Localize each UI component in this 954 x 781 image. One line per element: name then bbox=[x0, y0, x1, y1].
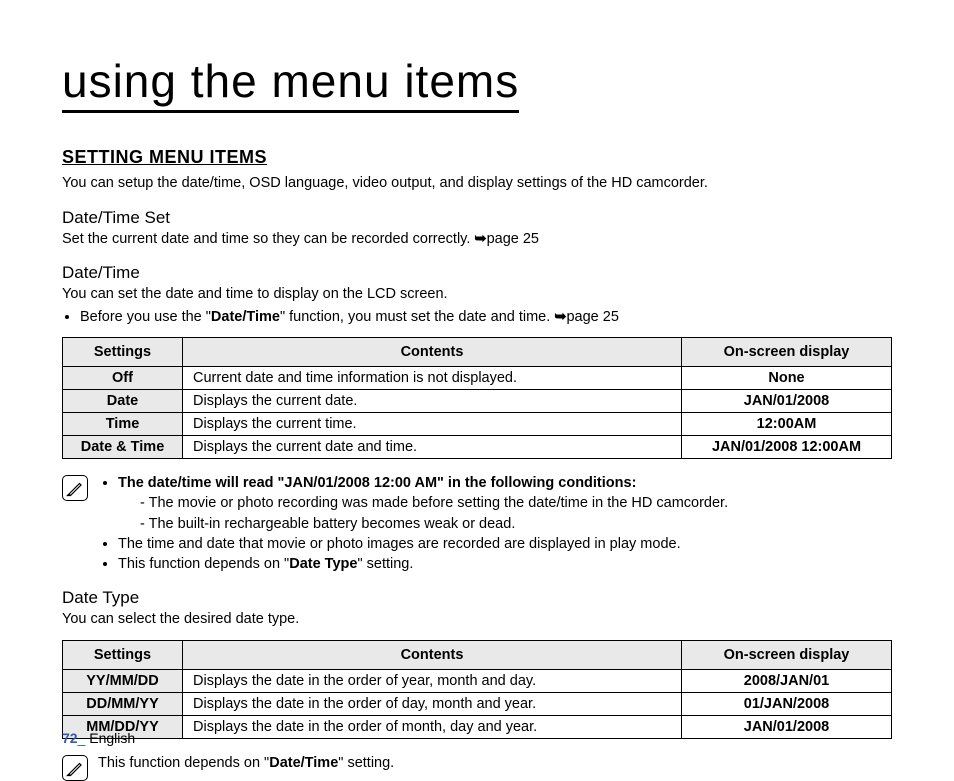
heading-date-type: Date Type bbox=[62, 588, 892, 608]
date-time-set-desc: Set the current date and time so they ca… bbox=[62, 230, 892, 250]
page-ref: page 25 bbox=[566, 309, 618, 325]
cell-setting: Time bbox=[63, 412, 183, 435]
th-display: On-screen display bbox=[682, 337, 892, 366]
cell-setting: Date & Time bbox=[63, 435, 183, 458]
page-ref: page 25 bbox=[487, 231, 539, 247]
table-date-time: Settings Contents On-screen display Off … bbox=[62, 337, 892, 459]
table-date-type: Settings Contents On-screen display YY/M… bbox=[62, 640, 892, 739]
list-item: The built-in rechargeable battery become… bbox=[140, 514, 892, 534]
cell-content: Displays the date in the order of month,… bbox=[183, 716, 682, 739]
table-row: Date & Time Displays the current date an… bbox=[63, 435, 892, 458]
section-title: SETTING MENU ITEMS bbox=[62, 147, 892, 168]
table-row: DD/MM/YY Displays the date in the order … bbox=[63, 693, 892, 716]
list-item: Before you use the "Date/Time" function,… bbox=[80, 307, 892, 327]
note-icon bbox=[62, 755, 88, 781]
separator: _ bbox=[78, 730, 86, 746]
note-body: This function depends on "Date/Time" set… bbox=[98, 753, 892, 781]
text-bold: Date/Time bbox=[269, 755, 338, 771]
date-type-desc: You can select the desired date type. bbox=[62, 610, 892, 630]
table-row: Time Displays the current time. 12:00AM bbox=[63, 412, 892, 435]
arrow-icon: ➥ bbox=[554, 309, 566, 325]
text: Set the current date and time so they ca… bbox=[62, 231, 474, 247]
page-footer: 72_ English bbox=[62, 730, 135, 746]
th-contents: Contents bbox=[183, 641, 682, 670]
list-item: The time and date that movie or photo im… bbox=[118, 534, 892, 554]
date-time-desc: You can set the date and time to display… bbox=[62, 285, 892, 305]
cell-content: Displays the current time. bbox=[183, 412, 682, 435]
table-row: YY/MM/DD Displays the date in the order … bbox=[63, 670, 892, 693]
cell-setting: Off bbox=[63, 366, 183, 389]
text: This function depends on " bbox=[118, 556, 289, 572]
note-body: The date/time will read "JAN/01/2008 12:… bbox=[98, 473, 892, 574]
page-number: 72 bbox=[62, 730, 78, 746]
th-display: On-screen display bbox=[682, 641, 892, 670]
th-contents: Contents bbox=[183, 337, 682, 366]
cell-setting: YY/MM/DD bbox=[63, 670, 183, 693]
table-row: MM/DD/YY Displays the date in the order … bbox=[63, 716, 892, 739]
text: " function, you must set the date and ti… bbox=[280, 309, 554, 325]
table-header-row: Settings Contents On-screen display bbox=[63, 641, 892, 670]
cell-display: JAN/01/2008 bbox=[682, 389, 892, 412]
cell-display: 12:00AM bbox=[682, 412, 892, 435]
cell-content: Displays the current date. bbox=[183, 389, 682, 412]
cell-content: Displays the date in the order of year, … bbox=[183, 670, 682, 693]
text-bold: Date Type bbox=[289, 556, 357, 572]
text: " setting. bbox=[357, 556, 413, 572]
table-row: Off Current date and time information is… bbox=[63, 366, 892, 389]
list-item: This function depends on "Date Type" set… bbox=[118, 554, 892, 574]
cell-display: 2008/JAN/01 bbox=[682, 670, 892, 693]
th-settings: Settings bbox=[63, 641, 183, 670]
cell-content: Current date and time information is not… bbox=[183, 366, 682, 389]
cell-content: Displays the date in the order of day, m… bbox=[183, 693, 682, 716]
cell-display: None bbox=[682, 366, 892, 389]
page-language: English bbox=[89, 730, 135, 746]
section-intro: You can setup the date/time, OSD languag… bbox=[62, 174, 892, 194]
cell-content: Displays the current date and time. bbox=[183, 435, 682, 458]
text: Before you use the " bbox=[80, 309, 211, 325]
heading-date-time-set: Date/Time Set bbox=[62, 208, 892, 228]
list-item: The date/time will read "JAN/01/2008 12:… bbox=[118, 473, 892, 534]
th-settings: Settings bbox=[63, 337, 183, 366]
cell-display: JAN/01/2008 12:00AM bbox=[682, 435, 892, 458]
list-item: The movie or photo recording was made be… bbox=[140, 493, 892, 513]
date-time-notes: Before you use the "Date/Time" function,… bbox=[80, 307, 892, 327]
text-bold: The date/time will read "JAN/01/2008 12:… bbox=[118, 475, 636, 491]
text: This function depends on " bbox=[98, 755, 269, 771]
cell-display: JAN/01/2008 bbox=[682, 716, 892, 739]
cell-setting: DD/MM/YY bbox=[63, 693, 183, 716]
arrow-icon: ➥ bbox=[474, 231, 486, 247]
cell-display: 01/JAN/2008 bbox=[682, 693, 892, 716]
table-row: Date Displays the current date. JAN/01/2… bbox=[63, 389, 892, 412]
note-box: This function depends on "Date/Time" set… bbox=[62, 753, 892, 781]
note-box: The date/time will read "JAN/01/2008 12:… bbox=[62, 473, 892, 574]
table-header-row: Settings Contents On-screen display bbox=[63, 337, 892, 366]
cell-setting: Date bbox=[63, 389, 183, 412]
text: " setting. bbox=[338, 755, 394, 771]
text-bold: Date/Time bbox=[211, 309, 280, 325]
chapter-title: using the menu items bbox=[62, 54, 519, 113]
heading-date-time: Date/Time bbox=[62, 263, 892, 283]
note-icon bbox=[62, 475, 88, 501]
